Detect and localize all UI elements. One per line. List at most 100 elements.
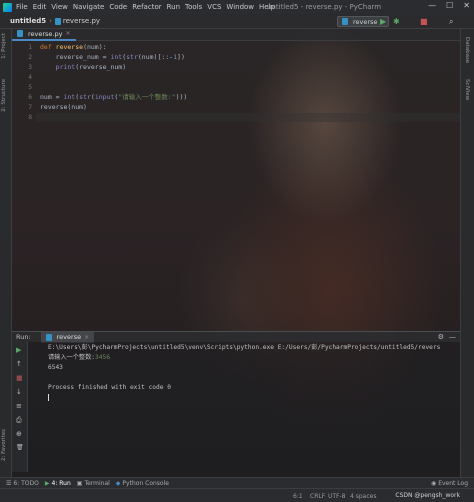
status-bar: 6:1 CRLF UTF-8 4 spaces CSDN @pengsh_wor…: [0, 488, 474, 502]
line-separator[interactable]: CRLF: [310, 493, 325, 500]
code-token: str: [126, 53, 138, 61]
console-command-line: E:\Users\彭\PycharmProjects\untitled5\ven…: [48, 344, 441, 351]
close-icon[interactable]: ×: [65, 30, 70, 37]
breadcrumb-separator: ›: [49, 17, 52, 25]
python-config-icon: [342, 18, 348, 25]
code-token: print: [55, 63, 76, 71]
arrow-up-icon[interactable]: ↑: [16, 360, 22, 368]
code-editor[interactable]: def reverse(num): reverse_num = int(str(…: [40, 41, 450, 327]
line-number: 5: [28, 84, 32, 91]
run-label: 4: Run: [51, 479, 71, 487]
stop-icon[interactable]: ■: [16, 374, 23, 382]
maximize-window-button[interactable]: ☐: [446, 1, 453, 10]
arrow-down-icon[interactable]: ↓: [16, 388, 22, 396]
run-panel-label: Run:: [16, 333, 31, 341]
pin-tab-icon[interactable]: ⊕: [16, 430, 22, 438]
trash-icon[interactable]: 🗑: [16, 444, 24, 452]
window-title: untitled5 - reverse.py - PyCharm: [267, 3, 382, 11]
code-line-7: reverse(num): [40, 103, 87, 111]
menu-vcs[interactable]: VCS: [207, 3, 221, 11]
code-token: int: [110, 53, 123, 61]
window-controls: — ☐ ✕: [428, 1, 470, 10]
python-config-icon: [45, 333, 52, 341]
code-token: reverse_num =: [40, 53, 111, 61]
code-token: num =: [40, 93, 64, 101]
rerun-icon[interactable]: ▶: [16, 346, 21, 354]
line-number: 2: [28, 54, 32, 61]
line-number: 7: [28, 104, 32, 111]
menu-navigate[interactable]: Navigate: [73, 3, 104, 11]
console-finished-line: Process finished with exit code 0: [48, 384, 171, 391]
structure-tool-tab[interactable]: 2: Structure: [1, 79, 7, 112]
run-panel-header: Run: reverse × ⚙ —: [12, 331, 460, 343]
tool-window-bar: ☰ 6: TODO ▶ 4: Run ▣ Terminal ◆ Python Conso…: [0, 477, 474, 488]
menu-run[interactable]: Run: [167, 3, 180, 11]
code-token: (num)[::-: [137, 53, 174, 61]
search-icon[interactable]: ⌕: [449, 16, 453, 27]
python-console-tool-button[interactable]: ◆ Python Console: [116, 480, 169, 487]
event-log-label: Event Log: [438, 480, 468, 487]
code-line-2: reverse_num = int(str(num)[::-1]): [40, 53, 185, 61]
minimize-window-button[interactable]: —: [428, 1, 436, 10]
debug-icon[interactable]: ✱: [393, 16, 400, 27]
csdn-watermark: CSDN @pengsh_work: [395, 492, 460, 499]
code-token: def: [40, 43, 56, 51]
soft-wrap-icon[interactable]: ≡: [16, 402, 22, 410]
menu-view[interactable]: View: [51, 3, 68, 11]
menu-window[interactable]: Window: [226, 3, 254, 11]
todo-tool-button[interactable]: ☰ 6: TODO: [6, 480, 39, 487]
run-console[interactable]: E:\Users\彭\PycharmProjects\untitled5\ven…: [28, 342, 460, 472]
line-number: 6: [28, 94, 32, 101]
right-tool-strip: Database SciView: [460, 29, 474, 485]
pycharm-logo-icon: [3, 2, 12, 12]
console-prompt-line: 请输入一个整数:3456: [48, 354, 110, 362]
terminal-label: Terminal: [84, 479, 110, 487]
minimize-panel-icon[interactable]: —: [449, 333, 456, 341]
favorites-tool-tab[interactable]: 2: Favorites: [1, 429, 7, 461]
breadcrumb-project[interactable]: untitled5: [10, 17, 46, 25]
file-encoding[interactable]: UTF-8: [328, 493, 346, 500]
menu-file[interactable]: File: [16, 3, 28, 11]
editor-tab-bar: reverse.py ×: [12, 29, 460, 41]
line-number: 4: [28, 74, 32, 81]
run-tab-reverse[interactable]: reverse ×: [40, 331, 95, 343]
caret-position[interactable]: 6:1: [293, 493, 303, 500]
run-tool-button[interactable]: ▶ 4: Run: [45, 480, 71, 487]
close-window-button[interactable]: ✕: [463, 1, 470, 10]
line-number-gutter: 1 2 3 4 5 6 7 8: [12, 41, 36, 327]
sciview-tool-tab[interactable]: SciView: [464, 79, 470, 100]
run-icon: ▶: [44, 479, 50, 487]
code-token: reverse: [55, 43, 84, 51]
indent-setting[interactable]: 4 spaces: [350, 493, 376, 500]
code-token: ))): [175, 93, 188, 101]
event-log-button[interactable]: ◉ Event Log: [431, 480, 468, 487]
code-token: input: [94, 93, 115, 101]
title-bar: File Edit View Navigate Code Refactor Ru…: [0, 0, 474, 14]
project-tool-tab[interactable]: 1: Project: [1, 33, 7, 59]
code-line-1: def reverse(num):: [40, 43, 107, 51]
print-icon[interactable]: ⎙: [16, 416, 22, 424]
database-tool-tab[interactable]: Database: [464, 37, 470, 63]
menu-code[interactable]: Code: [109, 3, 127, 11]
code-token: int: [63, 93, 76, 101]
code-token: "请输入一个整数:": [118, 93, 176, 101]
menu-refactor[interactable]: Refactor: [132, 3, 161, 11]
code-token: (num):: [83, 43, 107, 51]
run-tab-label: reverse: [56, 333, 82, 341]
close-icon[interactable]: ×: [84, 334, 89, 341]
editor-tab-reverse[interactable]: reverse.py ×: [12, 29, 76, 41]
python-file-icon: [17, 30, 23, 37]
menu-edit[interactable]: Edit: [33, 3, 47, 11]
terminal-tool-button[interactable]: ▣ Terminal: [77, 480, 110, 487]
run-config-label: reverse: [353, 17, 378, 26]
code-token: (reverse_num): [75, 63, 127, 71]
code-line-3: print(reverse_num): [40, 63, 126, 71]
run-icon[interactable]: ▶: [380, 16, 386, 27]
line-number: 3: [28, 64, 32, 71]
menu-tools[interactable]: Tools: [185, 3, 202, 11]
line-number: 1: [28, 44, 32, 51]
breadcrumb-file[interactable]: reverse.py: [63, 17, 100, 25]
gear-icon[interactable]: ⚙: [438, 333, 444, 341]
stop-icon[interactable]: ■: [420, 16, 428, 27]
